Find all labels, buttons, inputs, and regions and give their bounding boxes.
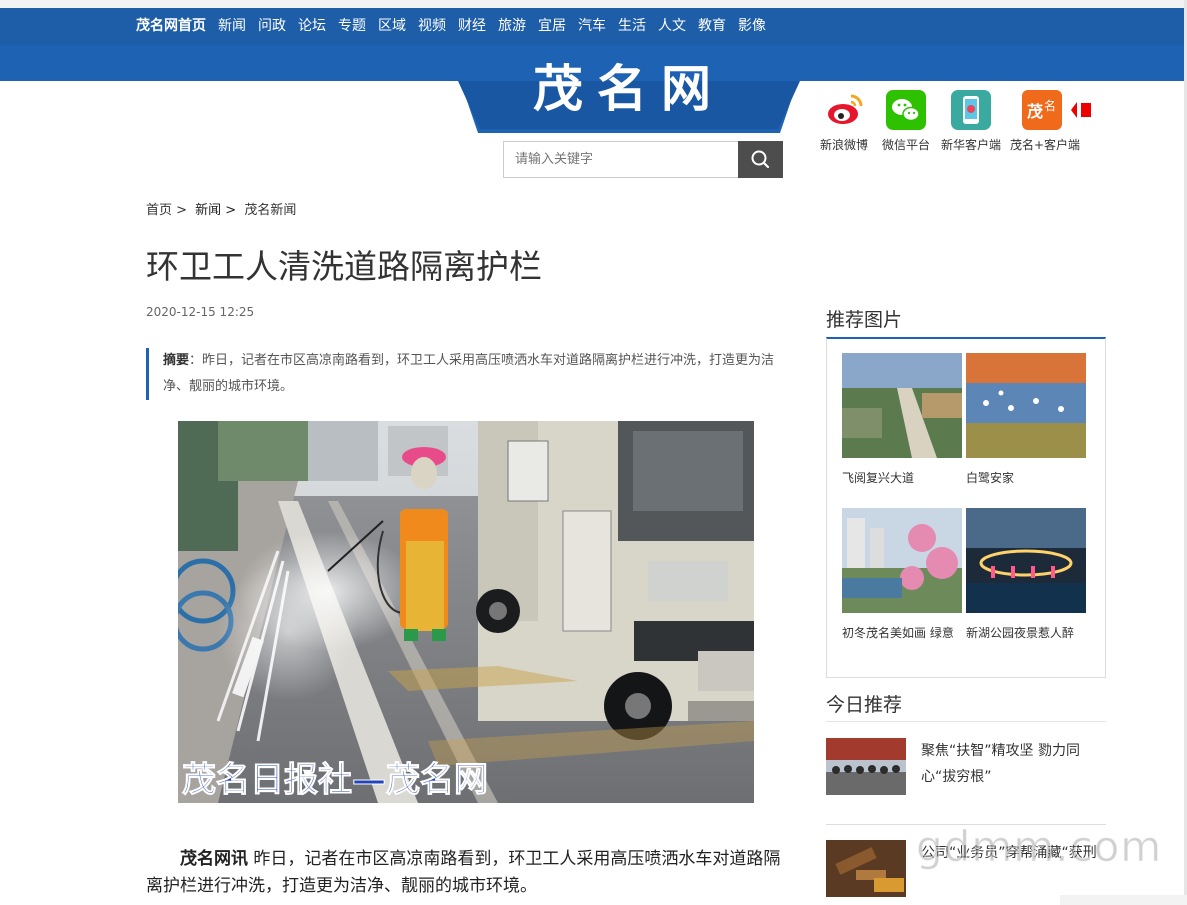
today-thumbnail[interactable] — [826, 840, 906, 897]
nav-item-auto[interactable]: 汽车 — [578, 8, 606, 45]
recommended-caption[interactable]: 飞阅复兴大道 — [842, 469, 962, 486]
search-input[interactable] — [503, 141, 739, 178]
weibo-label: 新浪微博 — [819, 138, 868, 152]
recommended-caption[interactable]: 新湖公园夜景惹人醉 — [966, 624, 1086, 641]
breadcrumb: 首页 > 新闻 > 茂名新闻 — [146, 199, 300, 218]
recommended-thumbnail[interactable] — [842, 353, 962, 458]
nav-item-wenzheng[interactable]: 问政 — [258, 8, 286, 45]
nav-item-culture[interactable]: 人文 — [658, 8, 686, 45]
breadcrumb-maoming-news[interactable]: 茂名新闻 — [244, 203, 296, 218]
browser-top-strip — [0, 0, 1187, 8]
recommended-caption[interactable]: 初冬茂名美如画 绿意 — [842, 624, 962, 641]
today-headline[interactable]: 聚焦“扶智”精攻坚 勠力同心“拔穷根” — [921, 738, 1101, 790]
recommended-thumbnail[interactable] — [966, 508, 1086, 613]
recommended-item[interactable]: 飞阅复兴大道 — [842, 353, 962, 486]
lead-source: 茂名网讯 — [180, 849, 248, 869]
recommended-item[interactable]: 白鹭安家 — [966, 353, 1086, 486]
nav-item-video[interactable]: 视频 — [418, 8, 446, 45]
xinhua-link[interactable]: 新华客户端 — [939, 90, 1003, 153]
recommended-item[interactable]: 初冬茂名美如画 绿意 — [842, 508, 962, 641]
article-photo: 茂名日报社—茂名网 — [178, 421, 754, 803]
nav-item-life[interactable]: 生活 — [618, 8, 646, 45]
summary-text: ：昨日，记者在市区高凉南路看到，环卫工人采用高压喷洒水车对道路隔离护栏进行冲洗，… — [163, 353, 775, 394]
nav-item-travel[interactable]: 旅游 — [498, 8, 526, 45]
today-picks-title: 今日推荐 — [826, 694, 903, 716]
recommended-caption[interactable]: 白鹭安家 — [966, 469, 1086, 486]
maoming-plus-icon: 茂 名 — [1022, 90, 1062, 130]
today-item[interactable]: 聚焦“扶智”精攻坚 勠力同心“拔穷根” — [826, 738, 1106, 798]
nav-item-finance[interactable]: 财经 — [458, 8, 486, 45]
search-button[interactable] — [738, 141, 783, 178]
nav-item-forum[interactable]: 论坛 — [298, 8, 326, 45]
svg-text:茂: 茂 — [1027, 102, 1043, 121]
site-watermark: gdmm.com — [915, 822, 1163, 872]
summary-label: 摘要 — [163, 353, 190, 368]
recommended-pictures-panel: 飞阅复兴大道 白鹭安家 初冬茂名美如画 绿意 新湖公园夜景惹人醉 — [826, 337, 1106, 678]
search-box — [503, 141, 783, 178]
maoming-plus-label: 茂名+客户端 — [1010, 138, 1081, 152]
photo-watermark: 茂名日报社—茂名网 — [182, 760, 489, 801]
recommended-thumbnail[interactable] — [842, 508, 962, 613]
nav-item-living[interactable]: 宜居 — [538, 8, 566, 45]
wechat-label: 微信平台 — [881, 138, 930, 152]
today-divider — [826, 721, 1106, 722]
nav-item-home[interactable]: 茂名网首页 — [136, 8, 206, 45]
wechat-link[interactable]: 微信平台 — [874, 90, 938, 153]
site-logo[interactable]: 茂名网 — [448, 56, 810, 122]
svg-text:名: 名 — [1044, 98, 1056, 113]
nav-item-education[interactable]: 教育 — [698, 8, 726, 45]
top-navigation: 茂名网首页 新闻 问政 论坛 专题 区域 视频 财经 旅游 宜居 汽车 生活 人… — [0, 8, 1187, 45]
weibo-icon — [824, 90, 864, 130]
article-date: 2020-12-15 12:25 — [146, 305, 255, 319]
bottom-toolbar — [1060, 895, 1187, 905]
recommended-thumbnail[interactable] — [966, 353, 1086, 458]
breadcrumb-home[interactable]: 首页 > — [146, 203, 187, 218]
nav-item-topics[interactable]: 专题 — [338, 8, 366, 45]
wechat-icon — [886, 90, 926, 130]
maoming-plus-link[interactable]: 茂 名 茂名+客户端 — [1010, 90, 1081, 153]
article-body: 茂名网讯 昨日，记者在市区高凉南路看到，环卫工人采用高压喷洒水车对道路隔离护栏进… — [146, 846, 786, 900]
nav-item-images[interactable]: 影像 — [738, 8, 766, 45]
xinhua-app-icon — [951, 90, 991, 130]
search-icon — [751, 150, 770, 169]
close-flag-icon[interactable] — [1071, 102, 1095, 118]
article-title: 环卫工人清洗道路隔离护栏 — [146, 247, 542, 286]
street-cleaning-photo — [178, 421, 754, 803]
article-summary: 摘要：昨日，记者在市区高凉南路看到，环卫工人采用高压喷洒水车对道路隔离护栏进行冲… — [146, 348, 786, 400]
recommended-item[interactable]: 新湖公园夜景惹人醉 — [966, 508, 1086, 641]
weibo-link[interactable]: 新浪微博 — [812, 90, 876, 153]
nav-item-region[interactable]: 区域 — [378, 8, 406, 45]
today-thumbnail[interactable] — [826, 738, 906, 795]
breadcrumb-news[interactable]: 新闻 > — [195, 203, 236, 218]
recommended-pictures-title: 推荐图片 — [826, 309, 903, 331]
xinhua-label: 新华客户端 — [940, 138, 1001, 152]
nav-item-news[interactable]: 新闻 — [218, 8, 246, 45]
